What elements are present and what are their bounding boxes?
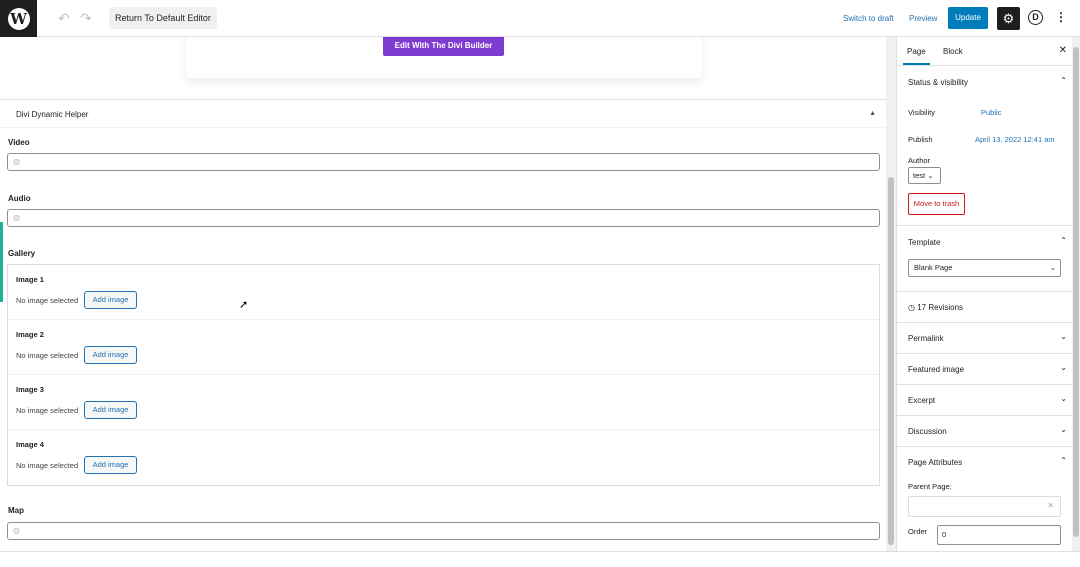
parent-page-input[interactable]: ✕ xyxy=(908,496,1061,517)
chevron-down-icon: ⌄ xyxy=(1049,263,1056,272)
scrollbar-thumb[interactable] xyxy=(888,177,894,545)
sidebar-tabs: Page Block ✕ xyxy=(897,37,1080,66)
featured-image-panel[interactable]: Featured image ⌄ xyxy=(897,354,1080,385)
update-button[interactable]: Update xyxy=(948,7,988,29)
wordpress-logo-icon: W xyxy=(7,7,30,30)
gallery-label: Gallery xyxy=(8,249,36,258)
chevron-up-icon[interactable]: ⌃ xyxy=(1060,456,1067,465)
add-image-button[interactable]: Add image xyxy=(84,346,137,364)
add-image-button[interactable]: Add image xyxy=(84,401,137,419)
order-label: Order xyxy=(908,527,928,536)
undo-icon[interactable]: ↶ xyxy=(58,10,70,27)
publish-label: Publish xyxy=(908,135,933,144)
editor-header: W ↶ ↷ Return To Default Editor Switch to… xyxy=(0,0,1080,37)
image-status: No image selected xyxy=(16,296,79,305)
map-label: Map xyxy=(8,506,24,515)
panel-title[interactable]: Page Attributes xyxy=(908,458,962,467)
globe-icon: ◍ xyxy=(13,157,20,166)
gallery-item: Image 1 No image selected Add image xyxy=(8,265,879,320)
template-select[interactable]: Blank Page ⌄ xyxy=(908,259,1061,277)
add-image-button[interactable]: Add image xyxy=(84,456,137,474)
redo-icon[interactable]: ↷ xyxy=(80,10,92,27)
parent-page-label: Parent Page: xyxy=(908,482,952,491)
panel-title[interactable]: Discussion xyxy=(908,427,947,436)
collapse-toggle-icon[interactable]: ▲ xyxy=(869,110,876,117)
edit-with-divi-builder-button[interactable]: Edit With The Divi Builder xyxy=(383,37,504,56)
publish-date-value[interactable]: April 13, 2022 12:41 am xyxy=(975,135,1055,144)
editor-scrollbar[interactable] xyxy=(886,37,896,551)
gallery-item: Image 3 No image selected Add image xyxy=(8,375,879,430)
add-image-button[interactable]: Add image xyxy=(84,291,137,309)
divi-icon[interactable]: D xyxy=(1028,10,1043,25)
tab-block[interactable]: Block xyxy=(943,47,963,56)
audio-input[interactable]: ◍ xyxy=(7,209,880,227)
return-to-default-editor-button[interactable]: Return To Default Editor xyxy=(109,7,217,29)
revisions-link[interactable]: ◷ 17 Revisions xyxy=(908,303,963,312)
chevron-down-icon[interactable]: ⌄ xyxy=(1060,394,1067,403)
image-title: Image 3 xyxy=(16,385,44,394)
template-select-value: Blank Page xyxy=(914,263,953,272)
chevron-down-icon[interactable]: ⌄ xyxy=(1060,332,1067,341)
image-title: Image 1 xyxy=(16,275,44,284)
panel-title[interactable]: Excerpt xyxy=(908,396,935,405)
gallery-container: Image 1 No image selected Add image Imag… xyxy=(7,264,880,486)
video-input[interactable]: ◍ xyxy=(7,153,880,171)
excerpt-panel[interactable]: Excerpt ⌄ xyxy=(897,385,1080,416)
mouse-pointer-icon: ➚ xyxy=(239,299,249,311)
audio-label: Audio xyxy=(8,194,31,203)
gallery-item: Image 2 No image selected Add image xyxy=(8,320,879,375)
chevron-down-icon[interactable]: ⌄ xyxy=(1060,425,1067,434)
scrollbar-thumb[interactable] xyxy=(1073,47,1079,537)
close-icon[interactable]: ✕ xyxy=(1059,45,1067,56)
globe-icon: ◍ xyxy=(13,213,20,222)
author-label: Author xyxy=(908,156,931,165)
chevron-down-icon[interactable]: ⌄ xyxy=(1060,363,1067,372)
author-select[interactable]: test ⌄ xyxy=(908,167,941,184)
settings-sidebar: Page Block ✕ Status & visibility ⌃ Visib… xyxy=(896,37,1080,551)
author-select-value: test xyxy=(913,171,926,180)
settings-gear-icon[interactable]: ⚙ xyxy=(997,7,1020,30)
more-options-icon[interactable]: ⋮ xyxy=(1055,10,1067,24)
image-title: Image 4 xyxy=(16,440,44,449)
order-input[interactable]: 0 xyxy=(937,525,1061,545)
editor-content: Edit With The Divi Builder Divi Dynamic … xyxy=(0,37,886,551)
globe-icon: ◍ xyxy=(13,526,20,535)
image-title: Image 2 xyxy=(16,330,44,339)
image-status: No image selected xyxy=(16,461,79,470)
clear-icon[interactable]: ✕ xyxy=(1047,501,1054,510)
switch-to-draft-button[interactable]: Switch to draft xyxy=(843,14,894,23)
video-label: Video xyxy=(8,138,30,147)
panel-title[interactable]: Permalink xyxy=(908,334,944,343)
move-to-trash-button[interactable]: Move to trash xyxy=(908,193,965,215)
metabox-title: Divi Dynamic Helper xyxy=(16,110,89,119)
wordpress-logo-button[interactable]: W xyxy=(0,0,37,37)
panel-title[interactable]: Template xyxy=(908,238,940,247)
discussion-panel[interactable]: Discussion ⌄ xyxy=(897,416,1080,447)
chevron-up-icon[interactable]: ⌃ xyxy=(1060,236,1067,245)
tab-page[interactable]: Page xyxy=(903,47,930,65)
history-icon: ◷ xyxy=(908,303,915,312)
chevron-up-icon[interactable]: ⌃ xyxy=(1060,76,1067,85)
map-input[interactable]: ◍ xyxy=(7,522,880,540)
left-accent-bar xyxy=(0,222,3,302)
revisions-panel[interactable]: ◷ 17 Revisions xyxy=(897,292,1080,323)
revisions-label: 17 Revisions xyxy=(917,303,964,312)
metabox-header[interactable]: Divi Dynamic Helper ▲ xyxy=(0,99,886,128)
image-status: No image selected xyxy=(16,406,79,415)
permalink-panel[interactable]: Permalink ⌄ xyxy=(897,323,1080,354)
image-status: No image selected xyxy=(16,351,79,360)
gallery-item: Image 4 No image selected Add image xyxy=(8,430,879,485)
sidebar-scrollbar[interactable] xyxy=(1072,37,1080,551)
panel-title[interactable]: Status & visibility xyxy=(908,78,968,87)
chevron-down-icon: ⌄ xyxy=(927,171,934,180)
visibility-label: Visibility xyxy=(908,108,935,117)
editor-footer xyxy=(0,551,1080,567)
preview-button[interactable]: Preview xyxy=(909,14,937,23)
visibility-value[interactable]: Public xyxy=(981,108,1001,117)
panel-title[interactable]: Featured image xyxy=(908,365,964,374)
